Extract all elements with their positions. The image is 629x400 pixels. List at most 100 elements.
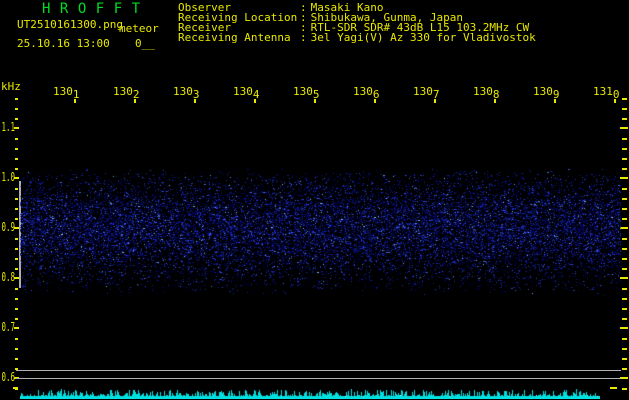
freq-minor-tick-right [622, 198, 627, 200]
meter-right-tick [610, 387, 617, 389]
freq-minor-tick-right [622, 248, 627, 250]
minute-tick [554, 99, 556, 103]
freq-axis-label: 0.7 [1, 320, 15, 334]
freq-minor-tick-right [622, 138, 627, 140]
freq-axis-label: 1.0 [1, 170, 15, 184]
freq-minor-tick-left [15, 248, 18, 250]
time-axis-label: 1305 [293, 85, 320, 101]
freq-minor-tick-right [622, 388, 627, 390]
audio-level-meter [20, 389, 600, 399]
time-axis-label: 1301 [53, 85, 80, 101]
time-axis: 1301 1302 1303 1304 1305 1306 1307 1308 1309 1310 [0, 86, 629, 106]
freq-minor-tick-right [622, 258, 627, 260]
freq-minor-tick-right [622, 168, 627, 170]
time-label-main: 131 [593, 85, 613, 98]
time-axis-label: 1303 [173, 85, 200, 101]
freq-minor-tick-left [15, 148, 18, 150]
freq-major-tick-right [620, 227, 628, 229]
time-label-main: 130 [173, 85, 193, 98]
time-label-main: 130 [113, 85, 133, 98]
time-axis-label: 1310 [593, 85, 620, 101]
time-label-main: 130 [413, 85, 433, 98]
time-axis-label: 1302 [113, 85, 140, 101]
time-axis-label: 1308 [473, 85, 500, 101]
freq-minor-tick-left [15, 118, 18, 120]
freq-minor-tick-left [15, 318, 18, 320]
info-value: 3el Yagi(V) Az 330 for Vladivostok [310, 31, 536, 44]
freq-minor-tick-left [15, 288, 18, 290]
minute-tick [134, 99, 136, 103]
freq-minor-tick-right [622, 238, 627, 240]
freq-minor-tick-left [15, 338, 18, 340]
freq-major-tick-right [620, 177, 628, 179]
time-label-main: 130 [473, 85, 493, 98]
freq-minor-tick-left [15, 168, 18, 170]
freq-minor-tick-left [15, 208, 18, 210]
observation-datetime: 25.10.16 13:00 [17, 37, 110, 50]
freq-axis-label: 0.9 [1, 220, 15, 234]
hrofft-screen: HROFFT UT2510161300.pngmeteor 25.10.16 1… [0, 0, 629, 400]
minute-tick [254, 99, 256, 103]
freq-minor-tick-left [15, 98, 18, 100]
freq-axis-label: 0.6 [1, 370, 15, 384]
freq-minor-tick-right [622, 318, 627, 320]
freq-minor-tick-right [622, 298, 627, 300]
freq-axis-label: 0.8 [1, 270, 15, 284]
freq-minor-tick-left [15, 108, 18, 110]
freq-minor-tick-right [622, 158, 627, 160]
info-colon: : [300, 31, 307, 44]
freq-minor-tick-left [15, 268, 18, 270]
minute-tick [314, 99, 316, 103]
datetime-line: 25.10.16 13:00 0__ [17, 37, 155, 50]
meter-left-tick [13, 387, 18, 389]
app-title: HROFFT [42, 1, 150, 17]
freq-major-tick-left [14, 177, 19, 179]
info-row: Receiving Antenna:3el Yagi(V) Az 330 for… [178, 31, 536, 44]
spectrogram-noise-band [20, 168, 621, 296]
freq-minor-tick-right [622, 288, 627, 290]
freq-axis-label: 1.1 [1, 120, 15, 134]
minute-tick [194, 99, 196, 103]
minute-tick [374, 99, 376, 103]
time-label-main: 130 [233, 85, 253, 98]
freq-minor-tick-right [622, 268, 627, 270]
freq-minor-tick-right [622, 208, 627, 210]
echo-counter: 0__ [135, 37, 155, 50]
time-label-main: 130 [293, 85, 313, 98]
freq-minor-tick-left [15, 218, 18, 220]
freq-minor-tick-right [622, 148, 627, 150]
freq-minor-tick-right [622, 108, 627, 110]
freq-major-tick-left [14, 127, 19, 129]
freq-major-tick-right [620, 377, 628, 379]
minute-tick [434, 99, 436, 103]
freq-minor-tick-left [15, 238, 18, 240]
time-label-main: 130 [53, 85, 73, 98]
time-axis-label: 1306 [353, 85, 380, 101]
filename-line: UT2510161300.pngmeteor [17, 18, 159, 35]
time-label-main: 130 [353, 85, 373, 98]
freq-minor-tick-left [15, 348, 18, 350]
freq-minor-tick-left [15, 298, 18, 300]
freq-minor-tick-right [622, 308, 627, 310]
freq-minor-tick-left [15, 198, 18, 200]
time-label-main: 130 [533, 85, 553, 98]
receiver-info-block: Observer: Masaki Kano Receiving Location: S… [178, 2, 536, 44]
time-axis-label: 1307 [413, 85, 440, 101]
info-label: Receiving Antenna [178, 31, 291, 44]
freq-minor-tick-right [622, 98, 627, 100]
time-axis-label: 1309 [533, 85, 560, 101]
freq-minor-tick-right [622, 368, 627, 370]
freq-minor-tick-right [622, 358, 627, 360]
freq-minor-tick-left [15, 308, 18, 310]
freq-major-tick-right [620, 327, 628, 329]
freq-minor-tick-right [622, 348, 627, 350]
freq-minor-tick-right [622, 338, 627, 340]
minute-tick [74, 99, 76, 103]
station-name: meteor [118, 22, 159, 35]
freq-minor-tick-right [622, 188, 627, 190]
minute-tick [614, 99, 616, 103]
freq-minor-tick-right [622, 218, 627, 220]
reference-line-upper [16, 370, 621, 371]
minute-tick [494, 99, 496, 103]
freq-major-tick-right [620, 277, 628, 279]
